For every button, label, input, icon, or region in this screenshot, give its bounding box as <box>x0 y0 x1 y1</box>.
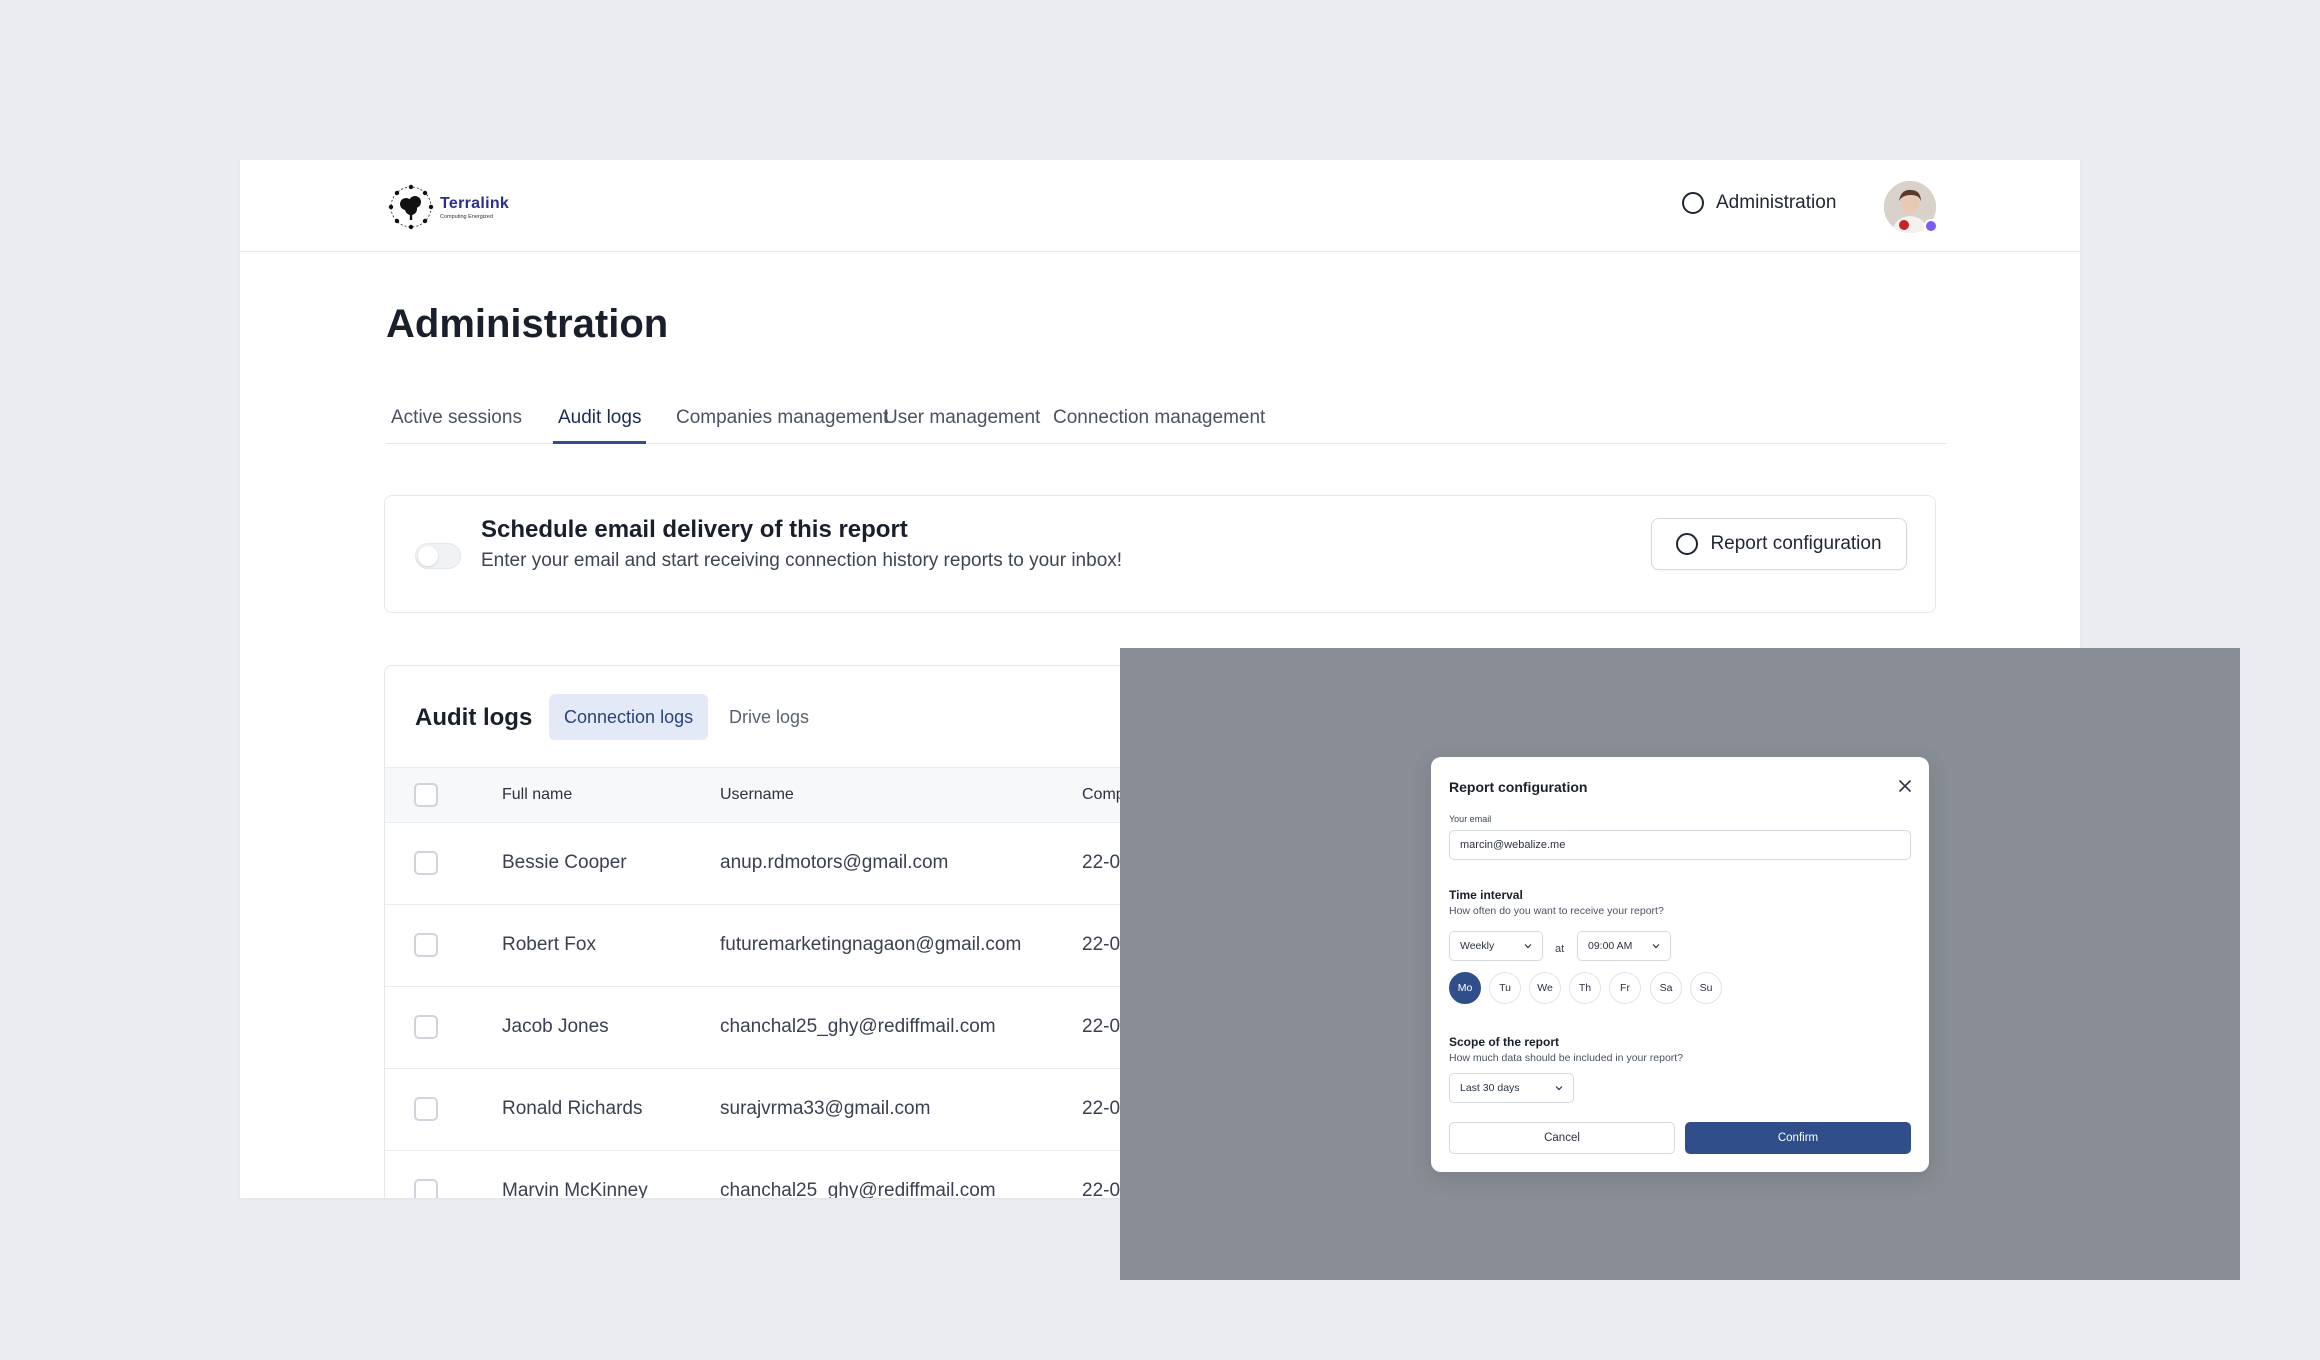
schedule-email-card: Schedule email delivery of this report E… <box>384 495 1936 613</box>
row-checkbox[interactable] <box>414 933 438 957</box>
scope-select[interactable]: Last 30 days <box>1449 1073 1574 1103</box>
cell-full-name: Ronald Richards <box>502 1098 643 1119</box>
confirm-button[interactable]: Confirm <box>1685 1122 1911 1154</box>
tab-active-sessions[interactable]: Active sessions <box>386 400 527 444</box>
page-title: Administration <box>386 302 669 346</box>
close-icon[interactable] <box>1898 779 1912 793</box>
email-label: Your email <box>1449 814 1492 824</box>
column-header-username[interactable]: Username <box>720 786 794 804</box>
time-select[interactable]: 09:00 AM <box>1577 931 1671 961</box>
day-button-sa[interactable]: Sa <box>1650 972 1682 1004</box>
frequency-select[interactable]: Weekly <box>1449 931 1543 961</box>
cell-full-name: Jacob Jones <box>502 1016 609 1037</box>
frequency-value: Weekly <box>1460 940 1495 952</box>
cell-username: chanchal25_ghy@rediffmail.com <box>720 1180 996 1198</box>
select-all-checkbox[interactable] <box>414 783 438 807</box>
cell-comp: 22-0 <box>1082 934 1121 955</box>
pill-connection-logs[interactable]: Connection logs <box>549 694 709 740</box>
scope-title: Scope of the report <box>1449 1035 1560 1049</box>
tab-audit-logs[interactable]: Audit logs <box>553 400 647 444</box>
tab-companies-management[interactable]: Companies management <box>671 400 893 444</box>
circle-icon <box>1682 192 1704 214</box>
row-checkbox[interactable] <box>414 851 438 875</box>
tab-bar: Active sessions Audit logs Companies man… <box>386 400 1946 444</box>
brand-name: Terralink <box>440 194 510 212</box>
day-button-tu[interactable]: Tu <box>1489 972 1521 1004</box>
toggle-knob <box>418 546 438 566</box>
cell-full-name: Marvin McKinney <box>502 1180 648 1198</box>
scope-value: Last 30 days <box>1460 1082 1520 1094</box>
report-configuration-modal: Report configuration Your email Time int… <box>1431 757 1929 1172</box>
cancel-button[interactable]: Cancel <box>1449 1122 1675 1154</box>
time-value: 09:00 AM <box>1588 940 1633 952</box>
cell-username: chanchal25_ghy@rediffmail.com <box>720 1016 996 1037</box>
cell-full-name: Robert Fox <box>502 934 596 955</box>
row-checkbox[interactable] <box>414 1179 438 1198</box>
cell-comp: 22-0 <box>1082 1016 1121 1037</box>
day-button-su[interactable]: Su <box>1690 972 1722 1004</box>
status-dot <box>1924 219 1938 233</box>
column-header-comp[interactable]: Comp <box>1082 786 1125 804</box>
chevron-down-icon <box>1555 1086 1563 1091</box>
brand-tagline: Computing Energized <box>440 213 493 220</box>
pill-drive-logs[interactable]: Drive logs <box>714 694 824 740</box>
chevron-down-icon <box>1524 944 1532 949</box>
day-button-mo[interactable]: Mo <box>1449 972 1481 1004</box>
day-button-th[interactable]: Th <box>1569 972 1601 1004</box>
audit-logs-title: Audit logs <box>415 704 533 731</box>
schedule-toggle[interactable] <box>415 543 461 569</box>
chevron-down-icon <box>1652 944 1660 949</box>
cell-comp: 22-0 <box>1082 1098 1121 1119</box>
top-bar: Terralink Computing Energized Administra… <box>240 160 2080 252</box>
schedule-title: Schedule email delivery of this report <box>481 516 908 543</box>
tab-user-management[interactable]: User management <box>879 400 1045 444</box>
network-tree-logo-icon <box>388 184 434 230</box>
time-interval-title: Time interval <box>1449 888 1523 902</box>
circle-icon <box>1676 533 1699 555</box>
tab-connection-management[interactable]: Connection management <box>1048 400 1270 444</box>
modal-title: Report configuration <box>1449 779 1588 795</box>
scope-description: How much data should be included in your… <box>1449 1052 1684 1064</box>
schedule-description: Enter your email and start receiving con… <box>481 550 1123 571</box>
cell-username: anup.rdmotors@gmail.com <box>720 852 949 873</box>
administration-link[interactable]: Administration <box>1682 192 1836 214</box>
column-header-full-name[interactable]: Full name <box>502 786 572 804</box>
administration-link-label: Administration <box>1716 192 1837 213</box>
row-checkbox[interactable] <box>414 1097 438 1121</box>
day-button-we[interactable]: We <box>1529 972 1561 1004</box>
cell-username: surajvrma33@gmail.com <box>720 1098 931 1119</box>
cell-comp: 22-0 <box>1082 1180 1121 1198</box>
cell-full-name: Bessie Cooper <box>502 852 627 873</box>
cell-comp: 22-0 <box>1082 852 1121 873</box>
day-button-fr[interactable]: Fr <box>1609 972 1641 1004</box>
user-avatar[interactable] <box>1884 181 1938 233</box>
row-checkbox[interactable] <box>414 1015 438 1039</box>
email-field[interactable] <box>1449 830 1911 860</box>
at-label: at <box>1555 943 1565 955</box>
brand-logo[interactable]: Terralink Computing Energized <box>384 180 524 234</box>
time-interval-description: How often do you want to receive your re… <box>1449 905 1664 917</box>
report-configuration-label: Report configuration <box>1710 533 1882 554</box>
report-configuration-button[interactable]: Report configuration <box>1651 518 1907 570</box>
cell-username: futuremarketingnagaon@gmail.com <box>720 934 1022 955</box>
